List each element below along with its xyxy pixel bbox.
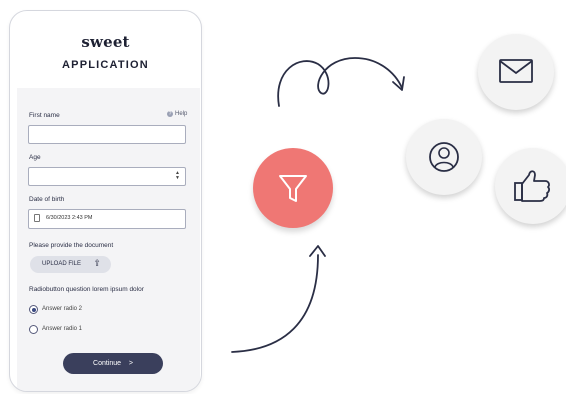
user-node — [406, 119, 482, 195]
filter-icon — [279, 175, 307, 202]
bottom-arrow-path — [231, 254, 319, 353]
top-arrow-path — [277, 57, 403, 107]
thumbs-up-icon — [514, 170, 550, 202]
mail-icon — [499, 59, 533, 83]
like-node — [495, 148, 566, 224]
user-icon — [429, 142, 459, 172]
mail-node — [478, 34, 554, 110]
top-arrowhead — [392, 76, 405, 91]
filter-node — [253, 148, 333, 228]
